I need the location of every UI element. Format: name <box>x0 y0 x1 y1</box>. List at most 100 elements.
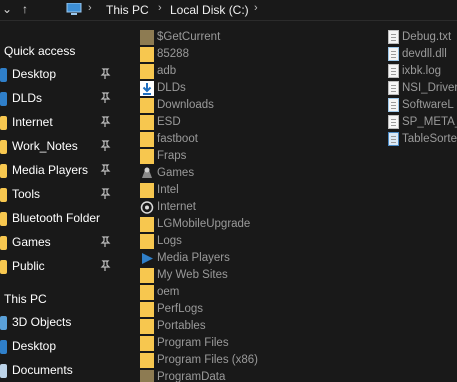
media-folder-icon <box>142 253 153 264</box>
file-name: PerfLogs <box>157 303 204 315</box>
file-name: LGMobileUpgrade <box>157 218 251 230</box>
sidebar-item-tools[interactable]: Tools <box>0 184 118 206</box>
pin-icon <box>100 260 111 271</box>
folder-icon <box>140 217 154 232</box>
list-item[interactable]: ixbk.log <box>388 63 457 80</box>
quick-access-heading[interactable]: Quick access <box>4 44 75 58</box>
sidebar-item-documents[interactable]: Documents <box>0 360 118 382</box>
folder-icon <box>140 149 154 164</box>
breadcrumb-local-disk[interactable]: Local Disk (C:) <box>170 3 249 17</box>
recent-locations-chevron-icon[interactable]: ⌄ <box>2 2 12 16</box>
sidebar-item-public[interactable]: Public <box>0 256 118 278</box>
documents-icon <box>0 364 7 378</box>
sidebar-item-label: Games <box>12 235 51 249</box>
folder-icon <box>0 212 7 226</box>
file-name: Downloads <box>157 99 214 111</box>
list-item[interactable]: devdll.dll <box>388 46 457 63</box>
file-name: ixbk.log <box>402 65 441 77</box>
list-item[interactable]: NSI_Driver <box>388 80 457 97</box>
pin-icon <box>100 116 111 127</box>
sidebar-item-label: Tools <box>12 187 41 201</box>
folder-icon <box>0 236 7 250</box>
sidebar-item-work-notes[interactable]: Work_Notes <box>0 136 118 158</box>
file-name: ProgramData <box>157 371 226 382</box>
file-list: $GetCurrent 85288 adb DLDs Downloads ESD… <box>140 21 457 382</box>
games-folder-icon <box>142 167 152 178</box>
sidebar-item-label: Media Players <box>12 163 89 177</box>
folder-icon <box>140 115 154 130</box>
this-pc-heading[interactable]: This PC <box>4 292 47 306</box>
file-name: $GetCurrent <box>157 31 221 43</box>
text-file-icon <box>388 30 399 44</box>
this-pc-icon <box>66 3 82 15</box>
file-name: oem <box>157 286 180 298</box>
file-name: ESD <box>157 116 181 128</box>
file-name: Internet <box>157 201 196 213</box>
file-name: Debug.txt <box>402 31 452 43</box>
address-bar: ⌄ ↑ › This PC › Local Disk (C:) › <box>0 0 457 21</box>
folder-icon <box>140 268 154 283</box>
file-name: 85288 <box>157 48 189 60</box>
file-name: adb <box>157 65 177 77</box>
file-name: SP_META_ <box>402 116 457 128</box>
file-name: DLDs <box>157 82 186 94</box>
sidebar-item-label: Work_Notes <box>12 139 78 153</box>
folder-icon <box>140 132 154 147</box>
folder-icon <box>0 164 7 178</box>
breadcrumb-separator-icon[interactable]: › <box>254 2 258 14</box>
breadcrumb-separator-icon[interactable]: › <box>88 2 92 14</box>
3d-objects-icon <box>0 316 7 330</box>
file-name: Program Files <box>157 337 229 349</box>
list-item[interactable]: Debug.txt <box>388 29 457 46</box>
file-name: Fraps <box>157 150 187 162</box>
folder-icon <box>0 116 7 130</box>
file-name: Intel <box>157 184 179 196</box>
download-folder-icon <box>140 81 154 96</box>
folder-icon <box>140 30 154 45</box>
sidebar-item-bluetooth-folder[interactable]: Bluetooth Folder <box>0 208 118 230</box>
sidebar-item-label: DLDs <box>12 91 43 105</box>
file-name: TableSorte <box>402 133 457 145</box>
file-name: Logs <box>157 235 182 247</box>
folder-icon <box>140 98 154 113</box>
navigation-pane: Quick access Desktop DLDs Internet Work_… <box>0 21 118 382</box>
sidebar-item-dlds[interactable]: DLDs <box>0 88 118 110</box>
list-item[interactable]: TableSorte <box>388 131 457 148</box>
folder-icon <box>140 336 154 351</box>
sidebar-item-3d-objects[interactable]: 3D Objects <box>0 312 118 334</box>
sidebar-item-label: Public <box>12 259 45 273</box>
folder-icon <box>140 47 154 62</box>
desktop-icon <box>0 68 7 82</box>
folder-icon <box>140 370 154 382</box>
sidebar-item-label: Documents <box>12 363 73 377</box>
folder-icon <box>0 140 7 154</box>
sidebar-item-internet[interactable]: Internet <box>0 112 118 134</box>
up-arrow-icon[interactable]: ↑ <box>22 2 28 16</box>
pin-icon <box>100 68 111 79</box>
pin-icon <box>100 92 111 103</box>
blue-file-icon <box>388 132 399 146</box>
folder-icon <box>140 353 154 368</box>
folder-icon <box>0 188 7 202</box>
file-name: Program Files (x86) <box>157 354 258 366</box>
file-name: devdll.dll <box>402 48 447 60</box>
sidebar-item-media-players[interactable]: Media Players <box>0 160 118 182</box>
dll-file-icon <box>388 47 399 61</box>
sidebar-item-games[interactable]: Games <box>0 232 118 254</box>
sidebar-item-label: Bluetooth Folder <box>12 211 101 225</box>
text-file-icon <box>388 115 399 129</box>
sidebar-item-desktop[interactable]: Desktop <box>0 64 118 86</box>
sidebar-item-label: 3D Objects <box>12 315 72 329</box>
list-item[interactable]: SoftwareL <box>388 97 457 114</box>
folder-icon <box>140 234 154 249</box>
list-item[interactable]: SP_META_ <box>388 114 457 131</box>
text-file-icon <box>388 81 399 95</box>
desktop-icon <box>0 340 7 354</box>
breadcrumb-this-pc[interactable]: This PC <box>106 3 149 17</box>
folder-icon <box>140 285 154 300</box>
sidebar-item-desktop-pc[interactable]: Desktop <box>0 336 118 358</box>
settings-file-icon <box>388 98 399 112</box>
breadcrumb-separator-icon[interactable]: › <box>158 2 162 14</box>
folder-icon <box>140 302 154 317</box>
pin-icon <box>100 164 111 175</box>
